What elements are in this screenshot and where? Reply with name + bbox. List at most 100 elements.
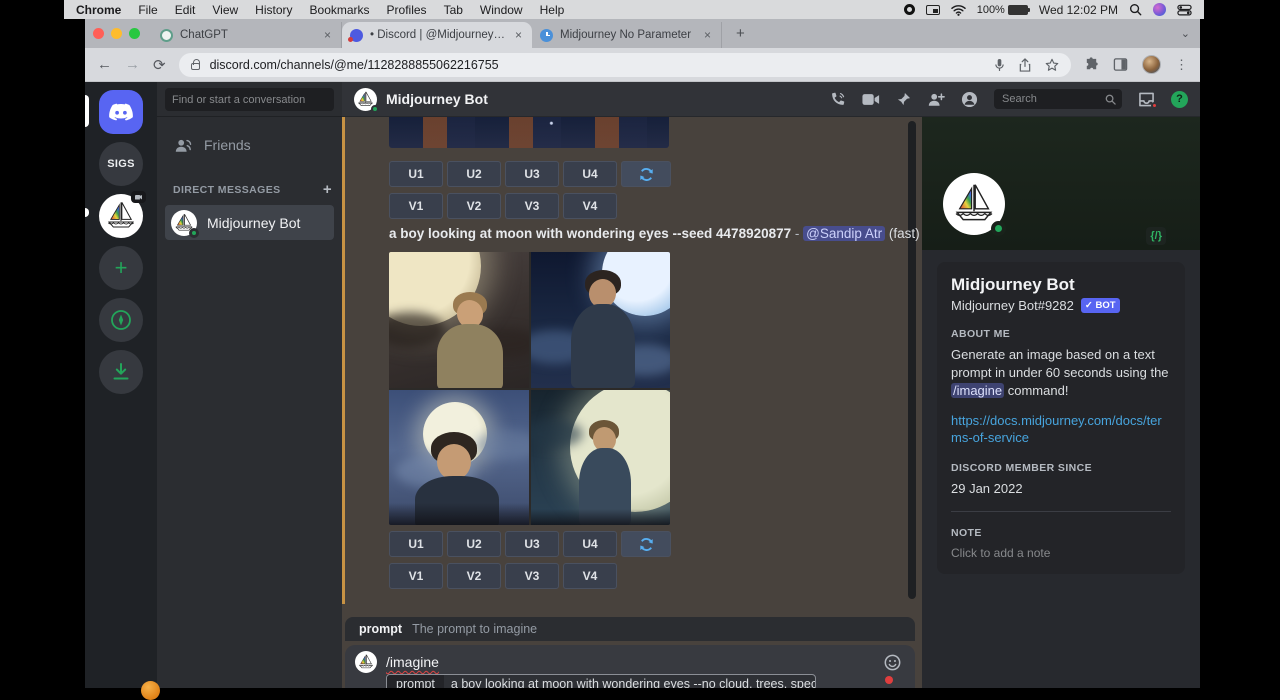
reroll-button[interactable] — [621, 531, 671, 557]
share-icon[interactable] — [1019, 58, 1031, 72]
tab-close-icon[interactable]: × — [702, 28, 713, 42]
recording-bubble[interactable] — [141, 681, 160, 700]
v1-button[interactable]: V1 — [389, 193, 443, 219]
minimize-window-button[interactable] — [111, 28, 122, 39]
control-center-icon[interactable] — [1177, 4, 1192, 16]
chrome-profile-avatar[interactable] — [1142, 55, 1161, 74]
profile-tag: Midjourney Bot#9282 — [951, 298, 1074, 313]
forward-button[interactable]: → — [125, 56, 140, 73]
u3-button[interactable]: U3 — [505, 161, 559, 187]
previous-grid-image[interactable] — [389, 117, 669, 148]
chat-search-input[interactable] — [1000, 92, 1101, 106]
prompt-option-value[interactable]: a boy looking at moon with wondering eye… — [444, 675, 815, 688]
u2-button[interactable]: U2 — [447, 161, 501, 187]
u4-button[interactable]: U4 — [563, 161, 617, 187]
tab-close-icon[interactable]: × — [513, 28, 524, 42]
v3-button[interactable]: V3 — [505, 193, 559, 219]
menu-edit[interactable]: Edit — [175, 3, 196, 17]
prompt-option-field[interactable]: prompt a boy looking at moon with wonder… — [386, 674, 816, 688]
reload-button[interactable]: ⟳ — [153, 56, 166, 74]
bookmark-star-icon[interactable] — [1045, 58, 1059, 72]
menu-bookmarks[interactable]: Bookmarks — [310, 3, 370, 17]
menu-tab[interactable]: Tab — [444, 3, 463, 17]
help-button[interactable]: ? — [1171, 91, 1188, 108]
close-window-button[interactable] — [93, 28, 104, 39]
member-since-date: 29 Jan 2022 — [951, 480, 1171, 498]
v3-button[interactable]: V3 — [505, 563, 559, 589]
zoom-window-button[interactable] — [129, 28, 140, 39]
dm-item-midjourney-bot[interactable]: Midjourney Bot — [165, 205, 334, 240]
new-tab-button[interactable]: + — [730, 25, 751, 42]
emoji-picker-button[interactable] — [884, 654, 901, 671]
create-dm-icon[interactable]: + — [323, 181, 332, 198]
tab-discord[interactable]: • Discord | @Midjourney Bot × — [342, 22, 532, 48]
menu-help[interactable]: Help — [540, 3, 565, 17]
v1-button[interactable]: V1 — [389, 563, 443, 589]
chrome-menu-icon[interactable]: ⋮ — [1175, 57, 1188, 73]
back-button[interactable]: ← — [97, 56, 112, 73]
battery-indicator: 100% — [977, 4, 1028, 16]
add-server-button[interactable]: + — [99, 246, 143, 290]
conversation-search-input[interactable] — [165, 88, 334, 111]
u2-button[interactable]: U2 — [447, 531, 501, 557]
explore-servers-button[interactable] — [99, 298, 143, 342]
chat-scrollbar[interactable] — [908, 121, 916, 599]
u4-button[interactable]: U4 — [563, 531, 617, 557]
menubar-clock[interactable]: Wed 12:02 PM — [1039, 3, 1118, 17]
menu-profiles[interactable]: Profiles — [387, 3, 427, 17]
verified-developer-badge[interactable]: {/} — [1146, 227, 1166, 245]
url-bar[interactable] — [179, 53, 1071, 77]
u3-button[interactable]: U3 — [505, 531, 559, 557]
tab-midjourney-no-parameter[interactable]: Midjourney No Parameter × — [532, 22, 722, 48]
imagine-command-chip[interactable]: /imagine — [951, 383, 1004, 398]
siri-icon[interactable] — [1153, 3, 1166, 16]
user-mention[interactable]: @Sandip Atr — [803, 226, 885, 241]
imagine-command-text[interactable]: /imagine — [386, 654, 439, 670]
tab-chatgpt[interactable]: ChatGPT × — [152, 22, 342, 48]
spotlight-icon[interactable] — [1129, 3, 1142, 16]
dm-header-label: DIRECT MESSAGES — [173, 184, 281, 196]
terms-link[interactable]: https://docs.midjourney.com/docs/terms-o… — [951, 412, 1171, 447]
video-call-icon[interactable] — [862, 93, 880, 106]
discord-home-button[interactable] — [99, 90, 143, 134]
grid-image-1[interactable] — [389, 252, 529, 388]
url-input[interactable] — [208, 57, 986, 73]
grid-image-4[interactable] — [531, 390, 671, 526]
generated-image-grid[interactable] — [389, 252, 670, 525]
pin-icon[interactable] — [896, 92, 911, 107]
note-placeholder[interactable]: Click to add a note — [951, 546, 1171, 560]
menu-view[interactable]: View — [212, 3, 238, 17]
voice-search-icon[interactable] — [994, 58, 1005, 72]
v4-button[interactable]: V4 — [563, 193, 617, 219]
grid-image-3[interactable] — [389, 390, 529, 526]
dm-midjourney-avatar-button[interactable] — [99, 194, 143, 238]
menu-file[interactable]: File — [138, 3, 157, 17]
reroll-button[interactable] — [621, 161, 671, 187]
u1-button[interactable]: U1 — [389, 531, 443, 557]
v2-button[interactable]: V2 — [447, 193, 501, 219]
menu-window[interactable]: Window — [480, 3, 523, 17]
sidebar-item-friends[interactable]: Friends — [165, 129, 334, 161]
slash-command-hint-bar[interactable]: prompt The prompt to imagine — [345, 617, 915, 641]
v2-button[interactable]: V2 — [447, 563, 501, 589]
menu-history[interactable]: History — [255, 3, 292, 17]
download-apps-button[interactable] — [99, 350, 143, 394]
side-panel-icon[interactable] — [1113, 57, 1128, 72]
u1-button[interactable]: U1 — [389, 161, 443, 187]
menu-chrome[interactable]: Chrome — [76, 3, 121, 17]
voice-call-icon[interactable] — [829, 91, 846, 108]
add-friend-icon[interactable] — [927, 92, 945, 107]
extensions-icon[interactable] — [1084, 57, 1099, 72]
user-profile-icon[interactable] — [961, 91, 978, 108]
tab-close-icon[interactable]: × — [322, 28, 333, 42]
v4-button[interactable]: V4 — [563, 563, 617, 589]
chat-search-box[interactable] — [994, 89, 1122, 109]
wifi-icon[interactable] — [951, 4, 966, 16]
server-sigs[interactable]: SIGS — [99, 142, 143, 186]
inbox-button[interactable] — [1138, 92, 1155, 107]
screen-mirroring-icon[interactable] — [926, 5, 940, 15]
record-icon[interactable] — [904, 4, 915, 15]
grid-image-2[interactable] — [531, 252, 671, 388]
tab-strip-chevron-icon[interactable]: ⌄ — [1181, 27, 1190, 40]
message-composer[interactable]: /imagine prompt — [345, 645, 915, 688]
